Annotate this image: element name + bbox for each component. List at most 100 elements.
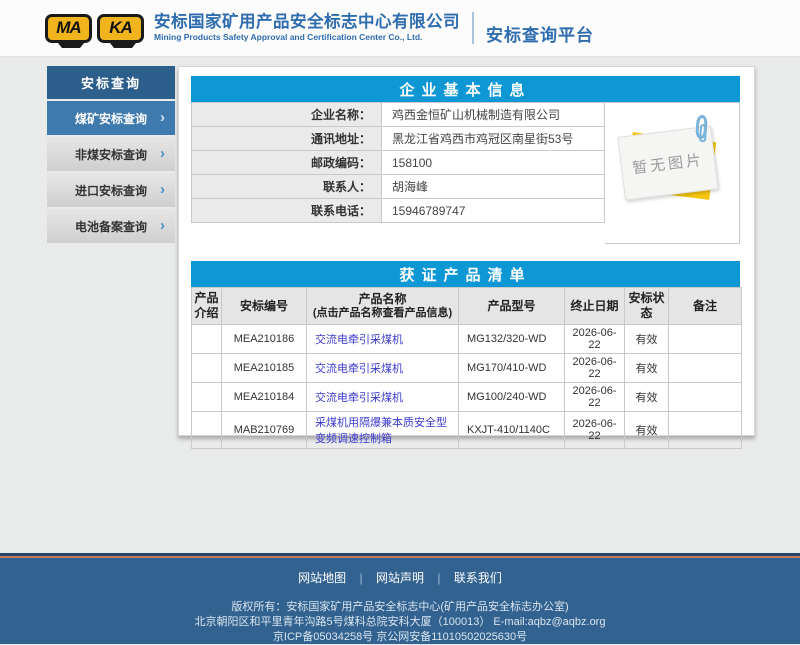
footer-copyright: 版权所有：安标国家矿用产品安全标志中心(矿用产品安全标志办公室) 北京朝阳区和平…: [0, 600, 800, 645]
product-model-cell: MG100/240-WD: [459, 383, 565, 412]
product-intro-cell: [192, 354, 222, 383]
company-info-table: 企业名称： 鸡西金恒矿山机械制造有限公司 通讯地址： 黑龙江省鸡西市鸡冠区南星街…: [191, 102, 605, 223]
col-end-date: 终止日期: [565, 288, 625, 325]
product-table: 产品介绍 安标编号 产品名称 (点击产品名称查看产品信息) 产品型号 终止日期 …: [191, 287, 742, 449]
org-name-en: Mining Products Safety Approval and Cert…: [154, 33, 460, 42]
footer-links: 网站地图 | 网站声明 | 联系我们: [0, 569, 800, 586]
remark-cell: [669, 412, 742, 449]
footer-link-statement[interactable]: 网站声明: [376, 571, 424, 585]
product-name-link[interactable]: 采煤机用隔爆兼本质安全型变频调速控制箱: [315, 417, 447, 445]
col-product-name-main: 产品名称: [358, 292, 406, 306]
postcode-value: 158100: [382, 151, 605, 175]
sidebar-item-label: 电池备案查询: [75, 218, 147, 235]
col-product-model: 产品型号: [459, 288, 565, 325]
footer-link-separator: |: [437, 571, 440, 585]
product-name-link[interactable]: 交流电牵引采煤机: [315, 392, 403, 404]
product-name-cell: 采煤机用隔爆兼本质安全型变频调速控制箱: [307, 412, 459, 449]
company-name-value: 鸡西金恒矿山机械制造有限公司: [382, 103, 605, 127]
col-product-name: 产品名称 (点击产品名称查看产品信息): [307, 288, 459, 325]
table-header-row: 产品介绍 安标编号 产品名称 (点击产品名称查看产品信息) 产品型号 终止日期 …: [192, 288, 742, 325]
product-model-cell: MG132/320-WD: [459, 325, 565, 354]
company-info-section-header: 企业基本信息: [191, 76, 740, 102]
sidebar-item-battery-record-query[interactable]: 电池备案查询 ›: [47, 209, 175, 243]
table-row: 邮政编码： 158100: [192, 151, 605, 175]
col-cert-code: 安标编号: [222, 288, 307, 325]
remark-cell: [669, 325, 742, 354]
sidebar-item-label: 进口安标查询: [75, 182, 147, 199]
status-cell: 有效: [625, 383, 669, 412]
col-product-intro: 产品介绍: [192, 288, 222, 325]
product-name-cell: 交流电牵引采煤机: [307, 325, 459, 354]
table-row: 联系电话： 15946789747: [192, 199, 605, 223]
sidebar-item-non-coal-query[interactable]: 非煤安标查询 ›: [47, 137, 175, 171]
remark-cell: [669, 383, 742, 412]
footer: 网站地图 | 网站声明 | 联系我们 版权所有：安标国家矿用产品安全标志中心(矿…: [0, 558, 800, 644]
status-cell: 有效: [625, 354, 669, 383]
table-row: MEA210185 交流电牵引采煤机 MG170/410-WD 2026-06-…: [192, 354, 742, 383]
contact-person-label: 联系人：: [192, 175, 382, 199]
org-name-cn: 安标国家矿用产品安全标志中心有限公司: [154, 13, 460, 31]
product-name-cell: 交流电牵引采煤机: [307, 354, 459, 383]
sidebar-title: 安标查询: [47, 66, 175, 99]
remark-cell: [669, 354, 742, 383]
footer-copy-line2: 北京朝阳区和平里青年沟路5号煤科总院安科大厦（100013） E-mail:aq…: [0, 615, 800, 630]
top-header: MA KA 安标国家矿用产品安全标志中心有限公司 Mining Products…: [0, 0, 800, 57]
end-date-cell: 2026-06-22: [565, 325, 625, 354]
phone-value: 15946789747: [382, 199, 605, 223]
phone-label: 联系电话：: [192, 199, 382, 223]
contact-person-value: 胡海峰: [382, 175, 605, 199]
cert-code-cell: MEA210185: [222, 354, 307, 383]
product-intro-cell: [192, 383, 222, 412]
no-image-placeholder: 暂无图片: [605, 102, 740, 244]
footer-copy-line3: 京ICP备05034258号 京公网安备11010502025630号: [0, 630, 800, 645]
address-label: 通讯地址：: [192, 127, 382, 151]
address-value: 黑龙江省鸡西市鸡冠区南星街53号: [382, 127, 605, 151]
org-titles: 安标国家矿用产品安全标志中心有限公司 Mining Products Safet…: [154, 13, 460, 42]
sidebar-item-import-query[interactable]: 进口安标查询 ›: [47, 173, 175, 207]
product-list-section-header: 获证产品清单: [191, 261, 740, 287]
chevron-right-icon: ›: [160, 145, 165, 162]
sidebar-item-coal-mine-query[interactable]: 煤矿安标查询 ›: [47, 101, 175, 135]
status-cell: 有效: [625, 412, 669, 449]
cert-code-cell: MEA210184: [222, 383, 307, 412]
end-date-cell: 2026-06-22: [565, 383, 625, 412]
table-row: MEA210186 交流电牵引采煤机 MG132/320-WD 2026-06-…: [192, 325, 742, 354]
header-divider: [472, 12, 474, 44]
product-model-cell: KXJT-410/1140C: [459, 412, 565, 449]
company-info-block: 企业名称： 鸡西金恒矿山机械制造有限公司 通讯地址： 黑龙江省鸡西市鸡冠区南星街…: [191, 102, 740, 244]
col-remark: 备注: [669, 288, 742, 325]
sidebar: 安标查询 煤矿安标查询 › 非煤安标查询 › 进口安标查询 › 电池备案查询 ›: [47, 66, 175, 553]
product-name-cell: 交流电牵引采煤机: [307, 383, 459, 412]
ma-badge-icon: MA: [45, 14, 92, 43]
footer-link-separator: |: [360, 571, 363, 585]
product-intro-cell: [192, 325, 222, 354]
table-row: 通讯地址： 黑龙江省鸡西市鸡冠区南星街53号: [192, 127, 605, 151]
chevron-right-icon: ›: [160, 181, 165, 198]
main-panel: 企业基本信息 企业名称： 鸡西金恒矿山机械制造有限公司 通讯地址： 黑龙江省鸡西…: [178, 66, 755, 436]
footer-link-sitemap[interactable]: 网站地图: [298, 571, 346, 585]
status-cell: 有效: [625, 325, 669, 354]
table-row: MAB210769 采煤机用隔爆兼本质安全型变频调速控制箱 KXJT-410/1…: [192, 412, 742, 449]
sidebar-item-label: 非煤安标查询: [75, 146, 147, 163]
table-row: 联系人： 胡海峰: [192, 175, 605, 199]
col-product-name-sub: (点击产品名称查看产品信息): [308, 307, 457, 321]
footer-link-contact[interactable]: 联系我们: [454, 571, 502, 585]
ka-badge-icon: KA: [97, 14, 144, 43]
product-model-cell: MG170/410-WD: [459, 354, 565, 383]
chevron-right-icon: ›: [160, 217, 165, 234]
chevron-right-icon: ›: [160, 109, 165, 126]
company-name-label: 企业名称：: [192, 103, 382, 127]
paperclip-icon: [695, 115, 708, 140]
product-name-link[interactable]: 交流电牵引采煤机: [315, 334, 403, 346]
platform-title: 安标查询平台: [486, 11, 594, 46]
product-intro-cell: [192, 412, 222, 449]
col-cert-status: 安标状态: [625, 288, 669, 325]
product-list-section: 获证产品清单 产品介绍 安标编号 产品名称 (点击产品名称查看产品信息) 产品型…: [191, 261, 740, 449]
product-name-link[interactable]: 交流电牵引采煤机: [315, 363, 403, 375]
maka-logo: MA KA: [45, 14, 144, 43]
cert-code-cell: MEA210186: [222, 325, 307, 354]
footer-copy-line1: 版权所有：安标国家矿用产品安全标志中心(矿用产品安全标志办公室): [0, 600, 800, 615]
end-date-cell: 2026-06-22: [565, 412, 625, 449]
cert-code-cell: MAB210769: [222, 412, 307, 449]
sidebar-item-label: 煤矿安标查询: [75, 110, 147, 127]
